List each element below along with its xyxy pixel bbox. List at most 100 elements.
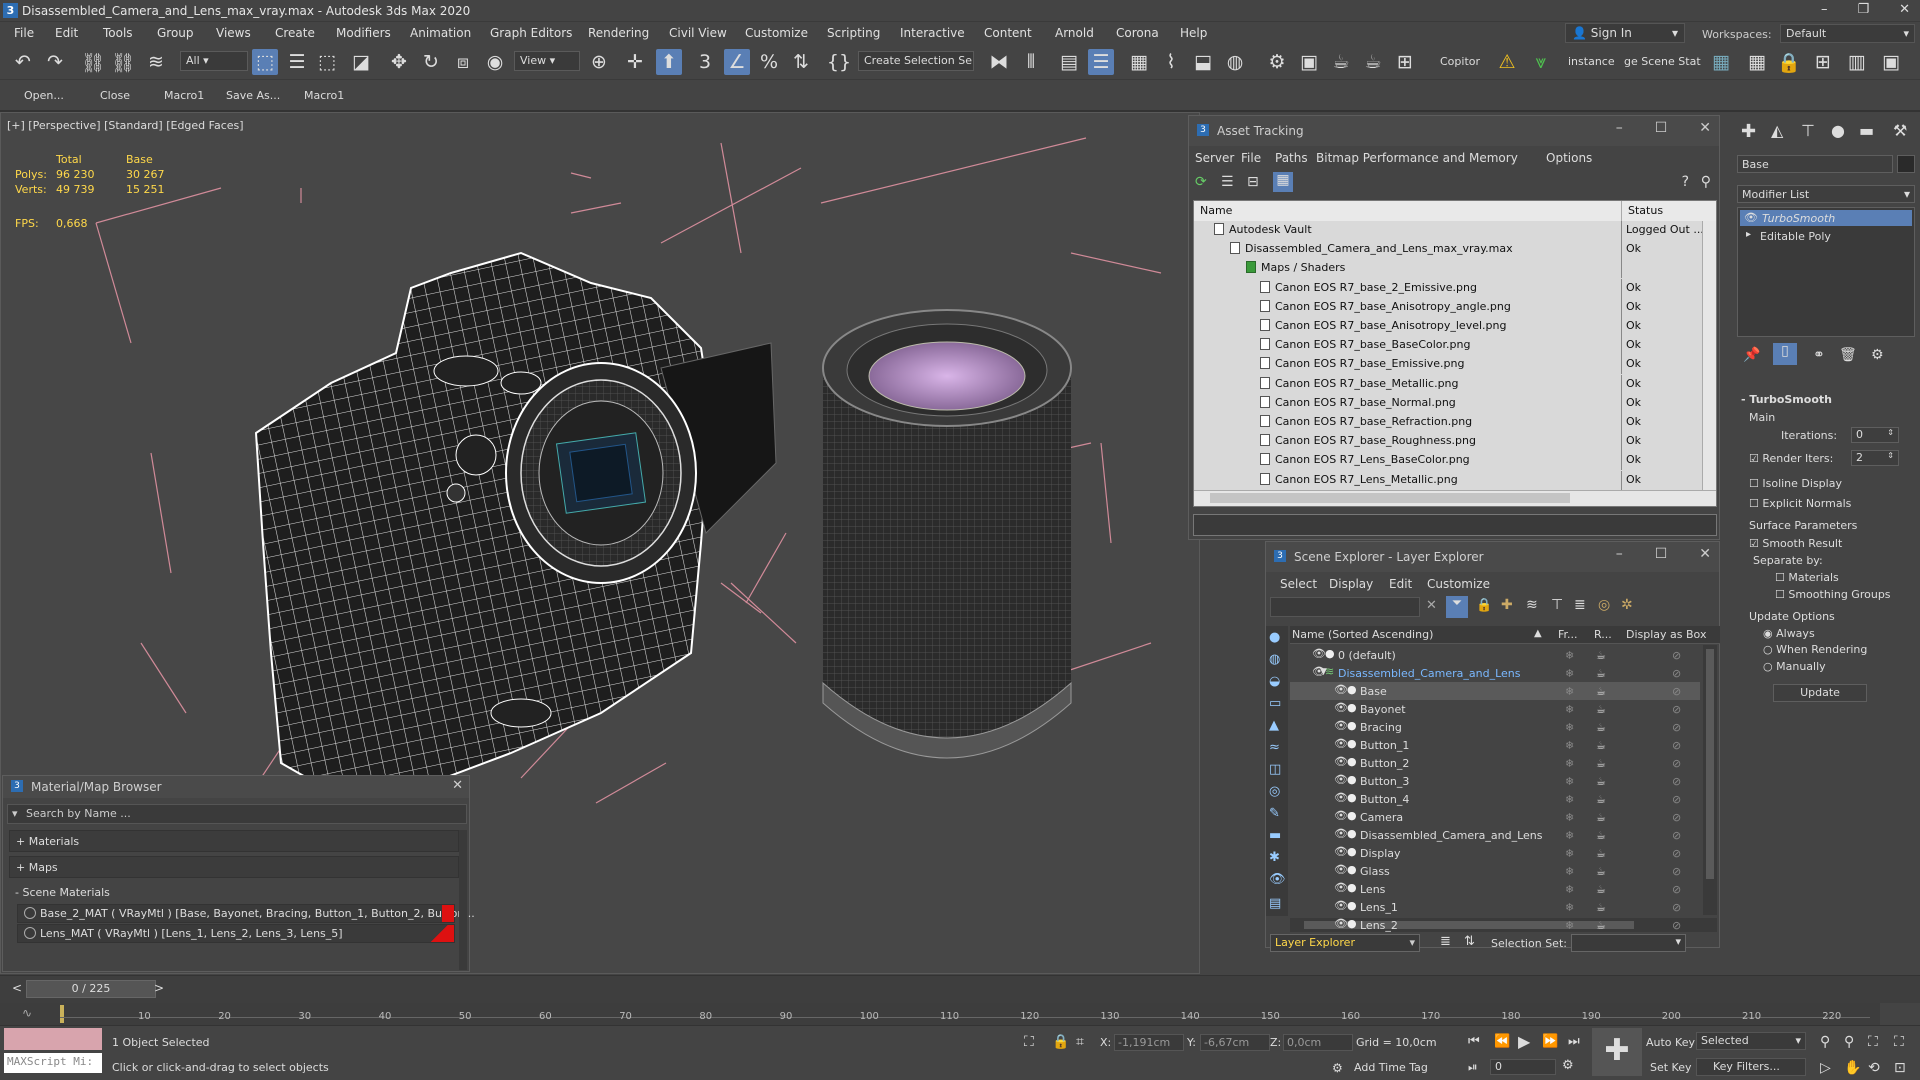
layer-row[interactable]: 👁 ● 0 (default) ❄ ☕ ⊘ [1290,646,1700,664]
asset-menu-options[interactable]: Options [1546,151,1592,165]
modify-tab-icon[interactable]: ◭ [1771,121,1783,140]
asset-row[interactable]: Disassembled_Camera_and_Lens_max_vray.ma… [1194,240,1702,260]
menu-content[interactable]: Content [984,26,1032,40]
highlight-icon[interactable]: ◎ [1598,597,1610,613]
close-icon[interactable]: ✕ [1699,546,1711,562]
visibility-icon[interactable]: 👁 [1334,881,1348,894]
settings-icon[interactable]: ✲ [1621,597,1633,613]
renderable-icon[interactable]: ☕ [1596,667,1606,680]
minimize-icon[interactable]: – [1821,2,1828,17]
vertical-scrollbar[interactable] [1702,221,1716,491]
object-name-input[interactable]: Base [1737,155,1893,173]
copitor-label[interactable]: Copitor [1440,55,1480,68]
selection-filter-select[interactable]: All ▾ [180,51,248,71]
display-as-box-icon[interactable]: ⊘ [1672,685,1681,698]
asset-row[interactable]: Canon EOS R7_base_Emissive.png Ok [1194,355,1702,375]
maximize-icon[interactable]: ☐ [1655,546,1668,562]
asset-row[interactable]: Canon EOS R7_Lens_Metallic.png Ok [1194,470,1702,490]
layers-icon[interactable]: ≣ [1574,597,1586,613]
zoom-extents-all-icon[interactable]: ⛶ [1894,1034,1904,1050]
rotate-icon[interactable]: ↻ [418,49,444,75]
renderable-icon[interactable]: ☕ [1596,721,1606,734]
pin-stack-icon[interactable]: 📌 [1743,347,1760,363]
menu-animation[interactable]: Animation [410,26,471,40]
asset-row[interactable]: Canon EOS R7_base_Roughness.png Ok [1194,432,1702,452]
percent-snap-icon[interactable]: % [756,49,782,75]
select-object-icon[interactable]: ⬚ [252,49,278,75]
add-time-tag-button[interactable]: Add Time Tag [1354,1061,1428,1074]
display-as-box-icon[interactable]: ⊘ [1672,757,1681,770]
materials-group[interactable]: + Materials [9,830,459,852]
link-icon[interactable]: ⛓ [80,49,106,75]
time-slider[interactable]: < 0 / 225 > [0,975,1920,1003]
spinner-snap-icon[interactable]: ⇅ [788,49,814,75]
undo-icon[interactable]: ↶ [10,49,36,75]
visibility-icon[interactable]: 👁 [1334,827,1348,840]
unlink-icon[interactable]: ⛓ [110,49,136,75]
minimize-icon[interactable]: – [1616,546,1623,562]
open-button[interactable]: Open... [24,89,64,102]
close-button[interactable]: Close [100,89,130,102]
scale-icon[interactable]: ⧈ [450,49,476,75]
display-as-box-icon[interactable]: ⊘ [1672,865,1681,878]
move-icon[interactable]: ✥ [386,49,412,75]
close-icon[interactable]: ✕ [1699,120,1711,136]
play-icon[interactable]: ▶ [1518,1032,1530,1051]
asset-row[interactable]: Maps / Shaders [1194,259,1702,279]
freeze-icon[interactable]: ❄ [1565,901,1574,914]
render-production-icon[interactable]: ☕ [1328,49,1354,75]
renderable-icon[interactable]: ☕ [1596,847,1606,860]
redo-icon[interactable]: ↷ [42,49,68,75]
material-item[interactable]: Base_2_MAT ( VRayMtl ) [Base, Bayonet, B… [17,904,475,923]
asset-path-field[interactable] [1193,514,1717,536]
previous-frame-icon[interactable]: < [12,981,22,995]
time-configuration-icon[interactable]: ⚙ [1562,1058,1574,1073]
layer-row[interactable]: 👁 ● Button_1 ❄ ☕ ⊘ [1290,736,1700,754]
sort-ascending-icon[interactable]: ▲ [1534,628,1542,639]
tree-view-icon[interactable]: ⊟ [1247,174,1265,192]
pan-icon[interactable]: ✋ [1844,1060,1861,1076]
cameras-filter-icon[interactable]: ▲ [1269,718,1279,733]
remove-modifier-icon[interactable]: 🗑 [1839,347,1857,363]
menu-edit[interactable]: Edit [55,26,78,40]
helpers-filter-icon[interactable]: ≈ [1269,740,1280,755]
toggle-scene-explorer-icon[interactable]: ▤ [1056,49,1082,75]
key-mode-icon[interactable]: ⏯ [1468,1060,1478,1075]
macro1-button[interactable]: Macro1 [164,89,204,102]
renderable-icon[interactable]: ☕ [1596,757,1606,770]
visibility-icon[interactable]: 👁 [1334,701,1348,714]
asset-row[interactable]: Canon EOS R7_base_BaseColor.png Ok [1194,336,1702,356]
asset-row[interactable]: Canon EOS R7_Lens_BaseColor.png Ok [1194,451,1702,471]
layer-row[interactable]: 👁 ● Disassembled_Camera_and_Lens ❄ ☕ ⊘ [1290,826,1700,844]
asset-menu-bitmap-performance[interactable]: Bitmap Performance and Memory [1316,151,1518,165]
maxscript-listener-input[interactable]: MAXScript Mi: [4,1053,102,1073]
layer-row[interactable]: 👁 ● Lens_2 ❄ ☕ ⊘ [1290,916,1700,934]
layer-row[interactable]: 👁 ● Base ❄ ☕ ⊘ [1290,682,1700,700]
visibility-icon[interactable]: 👁 [1334,917,1348,930]
display-as-box-icon[interactable]: ⊘ [1672,829,1681,842]
render-iters-checkbox[interactable]: ☑ Render Iters: [1749,452,1833,465]
menu-civil-view[interactable]: Civil View [669,26,727,40]
align-icon[interactable]: ⫴ [1018,49,1044,75]
freeze-icon[interactable]: ❄ [1565,757,1574,770]
asset-menu-server[interactable]: Server [1195,151,1234,165]
isolate-icon[interactable]: ⛶ [1024,1034,1034,1050]
menu-file[interactable]: File [14,26,34,40]
lights-filter-icon[interactable]: ▭ [1269,696,1281,711]
add-layout-icon[interactable]: ⊞ [1810,49,1836,75]
display-as-box-icon[interactable]: ⊘ [1672,901,1681,914]
refresh-icon[interactable]: ⟳ [1195,174,1213,192]
clear-search-icon[interactable]: ✕ [1426,598,1437,613]
scene-state-label[interactable]: ge Scene Stat [1624,55,1701,68]
containers-filter-icon[interactable]: ✱ [1269,850,1280,865]
renderable-icon[interactable]: ☕ [1596,901,1606,914]
scene-menu-edit[interactable]: Edit [1389,577,1412,591]
double-chevron-down-icon[interactable]: ⩔ [1528,49,1554,75]
layer-row[interactable]: ▼ 👁 ≋ Disassembled_Camera_and_Lens ❄ ☕ ⊘ [1290,664,1700,682]
scene-menu-display[interactable]: Display [1329,577,1373,591]
display-as-box-icon[interactable]: ⊘ [1672,847,1681,860]
explorer-type-select[interactable]: Layer Explorer ▾ [1270,934,1420,952]
col-status-header[interactable]: Status [1622,201,1716,221]
xrefs-filter-icon[interactable]: ✎ [1269,806,1280,821]
freeze-icon[interactable]: ❄ [1565,703,1574,716]
